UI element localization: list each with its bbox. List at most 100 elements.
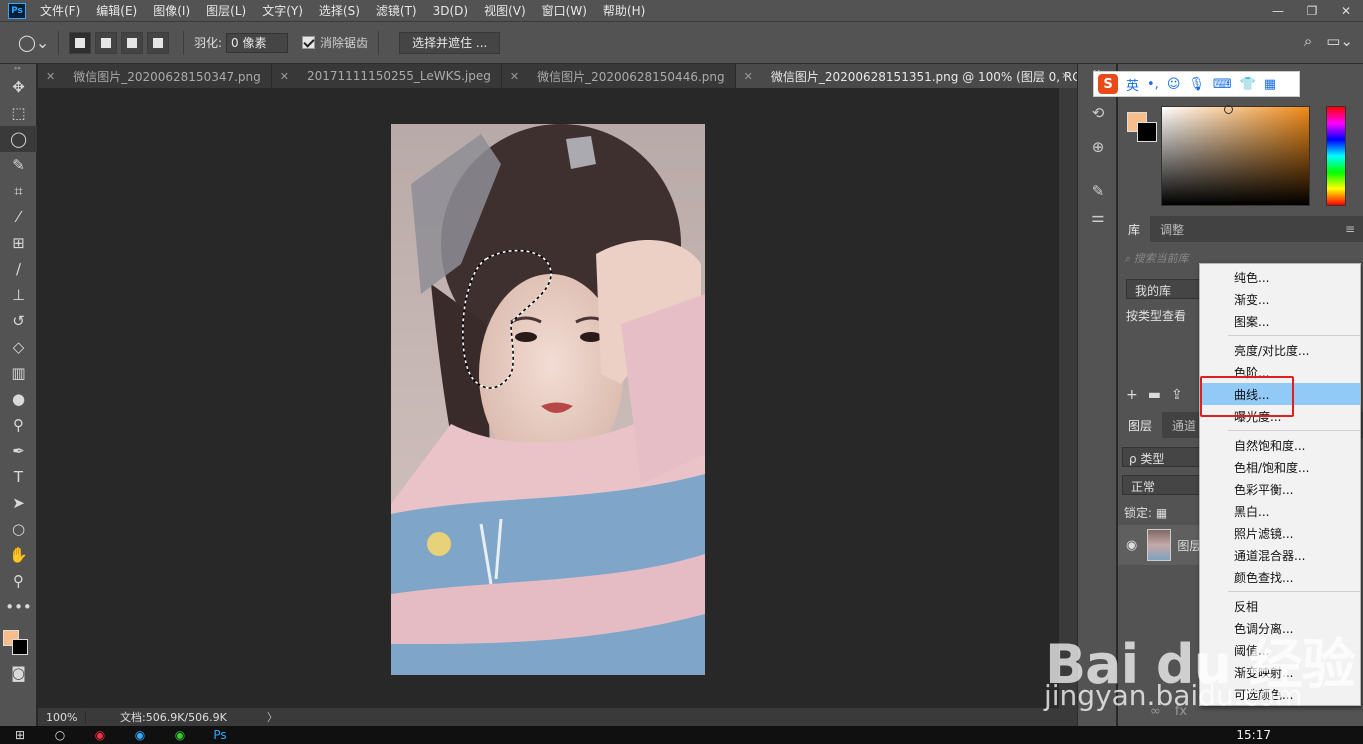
eraser-tool-icon[interactable]: ◇ [0,334,37,360]
minimize-button[interactable]: — [1261,0,1295,22]
windows-start-icon[interactable]: ⊞ [0,726,40,744]
close-tab-icon[interactable]: ✕ [510,70,519,83]
pen-tool-icon[interactable]: ✒ [0,438,37,464]
tab-library[interactable]: 库 [1118,216,1151,242]
intersect-selection-button[interactable] [147,31,169,54]
folder-icon[interactable]: ▬ [1148,387,1161,403]
restore-button[interactable]: ❐ [1295,0,1329,22]
healing-brush-tool-icon[interactable]: ⊞ [0,230,37,256]
color-picker-field[interactable] [1161,105,1310,206]
properties-icon[interactable]: ⊕ [1078,134,1118,160]
layer-name[interactable]: 图层 [1177,537,1201,554]
canvas-area[interactable] [38,88,1059,708]
brush-settings-icon[interactable]: ✎ [1078,178,1118,204]
more-tools-icon[interactable]: ••• [0,594,37,620]
antialias-checkbox[interactable] [302,36,316,49]
menu-image[interactable]: 图像(I) [153,2,190,19]
more-tabs-icon[interactable]: » [1062,68,1069,82]
search-icon[interactable]: ⌕ [1304,32,1312,50]
close-button[interactable]: ✕ [1329,0,1363,22]
menu-edit[interactable]: 编辑(E) [96,2,137,19]
ime-punctuation-toggle[interactable]: •, [1147,77,1159,92]
document-image[interactable] [391,124,705,675]
background-color-swatch[interactable] [12,639,28,655]
eyedropper-tool-icon[interactable]: ⁄ [0,204,37,230]
lock-transparent-icon[interactable]: ▦ [1156,506,1167,520]
menu-file[interactable]: 文件(F) [40,2,80,19]
close-tab-icon[interactable]: ✕ [46,70,55,83]
menu-item-color-balance[interactable]: 色彩平衡... [1200,478,1360,500]
dodge-tool-icon[interactable]: ⚲ [0,412,37,438]
ime-keyboard-icon[interactable]: ⌨ [1213,77,1232,92]
menu-select[interactable]: 选择(S) [319,2,360,19]
menu-item-vibrance[interactable]: 自然饱和度... [1200,434,1360,456]
close-tab-icon[interactable]: ✕ [280,70,289,83]
path-select-tool-icon[interactable]: ➤ [0,490,37,516]
marquee-tool-icon[interactable]: ⬚ [0,100,37,126]
menu-item-color-lookup[interactable]: 颜色查找... [1200,566,1360,588]
menu-item-black-white[interactable]: 黑白... [1200,500,1360,522]
ime-emoji-icon[interactable]: ☺ [1167,77,1181,92]
crop-tool-icon[interactable]: ⌗ [0,178,37,204]
brush-tool-icon[interactable]: ∕ [0,256,37,282]
visibility-eye-icon[interactable]: ◉ [1126,538,1137,553]
history-brush-tool-icon[interactable]: ↺ [0,308,37,334]
type-tool-icon[interactable]: T [0,464,37,490]
menu-item-levels[interactable]: 色阶... [1200,361,1360,383]
add-icon[interactable]: + [1126,387,1138,403]
gradient-tool-icon[interactable]: ▥ [0,360,37,386]
adjust-sliders-icon[interactable]: ⚌ [1078,204,1118,230]
quick-mask-icon[interactable]: ◙ [0,660,37,686]
menu-item-exposure[interactable]: 曝光度... [1200,405,1360,427]
quick-select-tool-icon[interactable]: ✎ [0,152,37,178]
shape-tool-icon[interactable]: ○ [0,516,37,542]
menu-item-pattern[interactable]: 图案... [1200,310,1360,332]
wechat-icon[interactable]: ◉ [160,726,200,744]
document-tab[interactable]: ✕ 20171111150255_LeWKS.jpeg [271,64,502,88]
panel-menu-icon[interactable]: ≡ [1345,222,1355,236]
workspace-icon[interactable]: ▭⌄ [1326,32,1353,50]
select-and-mask-button[interactable]: 选择并遮住 ... [399,31,501,54]
color-picker-cursor[interactable] [1224,105,1233,114]
history-icon[interactable]: ⟲ [1078,100,1118,126]
subtract-selection-button[interactable] [121,31,143,54]
add-selection-button[interactable] [95,31,117,54]
color-panel-background-swatch[interactable] [1137,122,1157,142]
menu-window[interactable]: 窗口(W) [542,2,587,19]
upload-icon[interactable]: ⇪ [1171,387,1183,403]
lasso-tool-icon[interactable]: ◯ [0,126,37,152]
close-tab-icon[interactable]: ✕ [744,70,753,83]
new-selection-button[interactable] [69,31,91,54]
menu-3d[interactable]: 3D(D) [433,4,468,18]
document-tab[interactable]: ✕ 微信图片_20200628150347.png [38,64,272,88]
menu-item-curves[interactable]: 曲线... [1200,383,1360,405]
clone-stamp-tool-icon[interactable]: ⊥ [0,282,37,308]
move-tool-icon[interactable]: ✥ [0,74,37,100]
hue-slider[interactable] [1326,106,1346,206]
menu-type[interactable]: 文字(Y) [262,2,303,19]
menu-item-hue-saturation[interactable]: 色相/饱和度... [1200,456,1360,478]
view-by-type-dropdown[interactable]: 按类型查看 [1126,307,1186,324]
menu-view[interactable]: 视图(V) [484,2,526,19]
ime-grid-icon[interactable]: ▦ [1264,77,1276,92]
taskbar-search-icon[interactable]: ○ [40,726,80,744]
document-tab[interactable]: ✕ 微信图片_20200628150446.png [501,64,736,88]
chrome-icon[interactable]: ◉ [80,726,120,744]
zoom-tool-icon[interactable]: ⚲ [0,568,37,594]
photoshop-taskbar-icon[interactable]: Ps [200,726,240,744]
menu-item-photo-filter[interactable]: 照片滤镜... [1200,522,1360,544]
menu-help[interactable]: 帮助(H) [603,2,645,19]
blur-tool-icon[interactable]: ● [0,386,37,412]
menu-item-brightness-contrast[interactable]: 亮度/对比度... [1200,339,1360,361]
menu-item-invert[interactable]: 反相 [1200,595,1360,617]
menu-item-channel-mixer[interactable]: 通道混合器... [1200,544,1360,566]
status-menu-icon[interactable]: 〉 [267,709,278,725]
browser-icon[interactable]: ◉ [120,726,160,744]
hand-tool-icon[interactable]: ✋ [0,542,37,568]
zoom-level[interactable]: 100% [38,710,86,724]
toolbox-grip-icon[interactable]: ▸▸ [0,64,36,74]
feather-input[interactable] [226,32,289,53]
tab-adjustments[interactable]: 调整 [1150,216,1194,242]
document-tab-active[interactable]: ✕ 微信图片_20200628151351.png @ 100% (图层 0, R… [735,64,1118,88]
ime-microphone-icon[interactable]: 🎙 [1188,77,1205,92]
